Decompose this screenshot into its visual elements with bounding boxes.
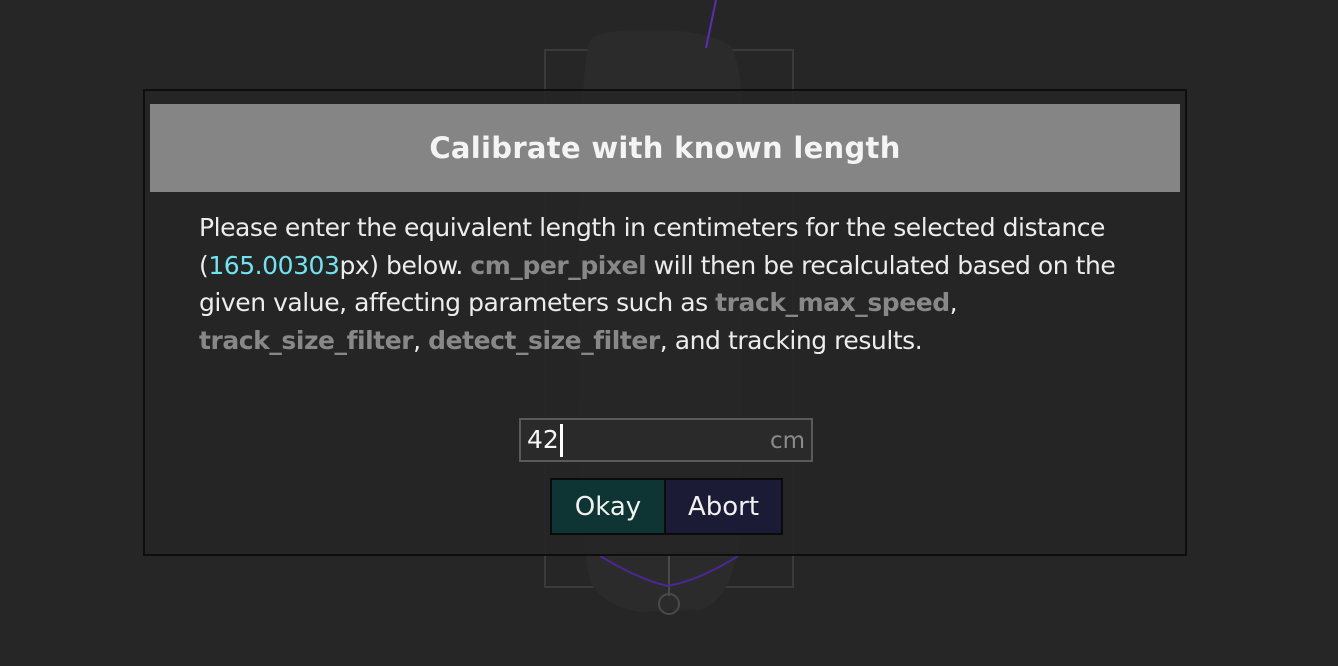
param-detect-size-filter: detect_size_filter xyxy=(428,325,660,355)
abort-button[interactable]: Abort xyxy=(664,478,783,535)
message-text: , and tracking results. xyxy=(659,325,923,355)
dialog-title: Calibrate with known length xyxy=(429,131,901,165)
param-cm-per-pixel: cm_per_pixel xyxy=(470,250,647,280)
selected-distance-value: 165.00303 xyxy=(208,250,340,280)
dialog-message: Please enter the equivalent length in ce… xyxy=(199,209,1149,359)
message-text: px) below. xyxy=(339,250,471,280)
param-track-max-speed: track_max_speed xyxy=(715,288,950,317)
okay-button[interactable]: Okay xyxy=(550,478,666,535)
text-caret xyxy=(559,423,563,457)
param-track-size-filter: track_size_filter xyxy=(199,325,414,355)
length-input-box[interactable]: 42 cm xyxy=(519,418,813,462)
message-text: , xyxy=(413,325,429,355)
calibrate-dialog: Calibrate with known length Please enter… xyxy=(143,89,1187,556)
length-unit-label: cm xyxy=(769,428,805,454)
message-text: , xyxy=(949,288,958,317)
length-input[interactable]: 42 xyxy=(527,420,757,460)
length-input-value: 42 xyxy=(527,425,559,454)
dialog-header: Calibrate with known length xyxy=(150,104,1180,192)
